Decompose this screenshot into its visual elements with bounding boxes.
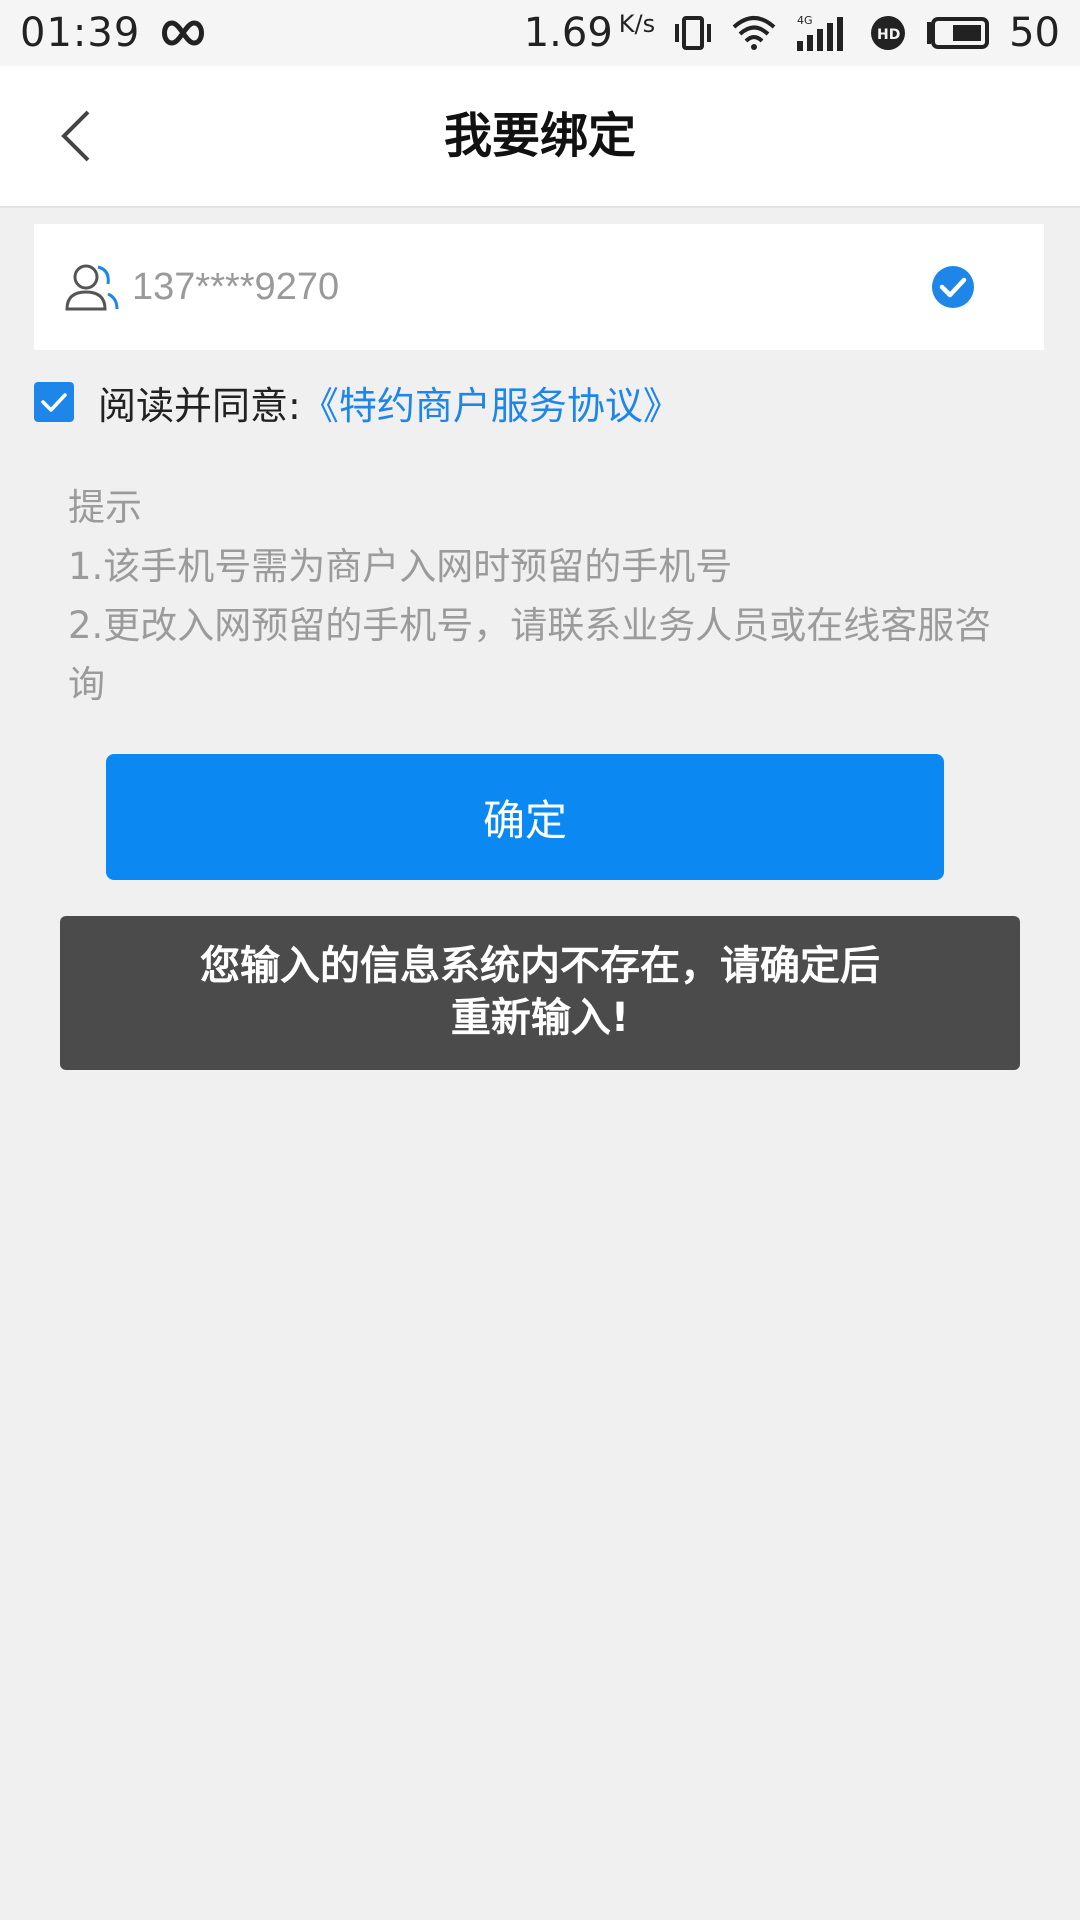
tips-line-2: 2.更改入网预留的手机号，请联系业务人员或在线客服咨询 (68, 604, 992, 706)
svg-text:4G: 4G (797, 14, 813, 27)
tips-title: 提示 (68, 486, 142, 529)
phone-card (34, 224, 1044, 350)
confirm-button[interactable]: 确定 (106, 754, 944, 880)
battery-level: 50 (1009, 10, 1060, 56)
page-title: 我要绑定 (443, 108, 636, 164)
svg-text:HD: HD (877, 27, 900, 43)
checkmark-icon (41, 393, 67, 412)
status-left: 01:39 (20, 10, 208, 56)
network-speed: 1.69 K/s (524, 10, 655, 56)
check-circle-icon (930, 264, 976, 310)
agreement-label: 阅读并同意: (98, 383, 301, 428)
user-icon (64, 262, 120, 312)
vibrate-icon (673, 15, 713, 51)
tips-section: 提示 1.该手机号需为商户入网时预留的手机号 2.更改入网预留的手机号，请联系业… (68, 478, 1008, 714)
header-bar: 我要绑定 (0, 66, 1080, 208)
network-speed-value: 1.69 (523, 10, 613, 56)
hd-icon: HD (869, 14, 907, 52)
tips-line-1: 1.该手机号需为商户入网时预留的手机号 (68, 545, 733, 588)
agreement-checkbox[interactable] (34, 382, 74, 422)
wifi-icon (731, 15, 777, 51)
agreement-row: 阅读并同意: 《特约商户服务协议》 (34, 374, 681, 430)
agreement-link[interactable]: 《特约商户服务协议》 (301, 375, 681, 430)
battery-icon (925, 16, 991, 50)
error-toast: 您输入的信息系统内不存在，请确定后 重新输入! (60, 916, 1020, 1070)
toast-line-2: 重新输入! (450, 995, 630, 1041)
status-bar: 01:39 1.69 K/s 4G HD 50 (0, 0, 1080, 66)
status-right: 1.69 K/s 4G HD 50 (524, 10, 1060, 56)
network-speed-unit: K/s (618, 10, 656, 38)
phone-input[interactable] (126, 250, 918, 324)
status-time: 01:39 (20, 10, 141, 56)
infinity-icon (158, 19, 208, 47)
signal-icon: 4G (795, 13, 851, 53)
toast-line-1: 您输入的信息系统内不存在，请确定后 (200, 943, 880, 989)
